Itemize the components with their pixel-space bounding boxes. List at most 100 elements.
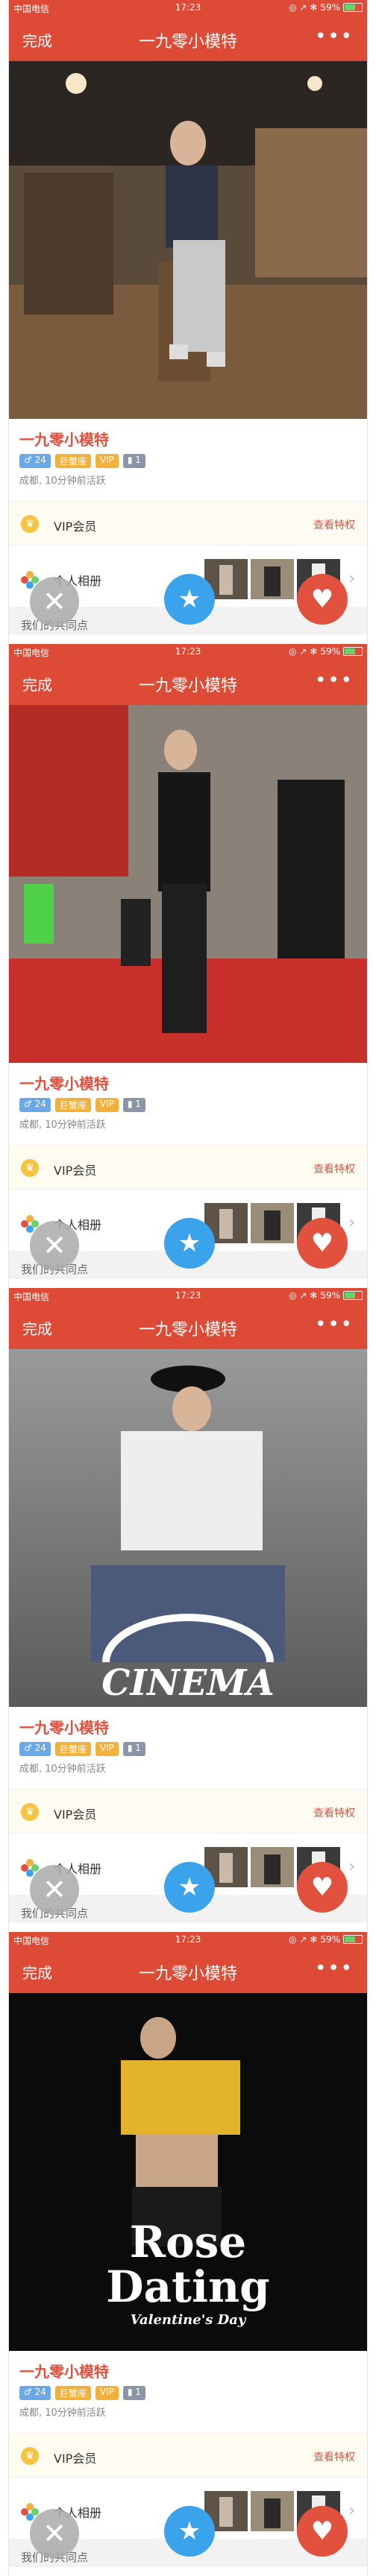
status-right: ◎ ↗ ✻ 59% xyxy=(289,646,363,657)
superlike-button[interactable]: ★ xyxy=(164,1218,215,1269)
vip-row[interactable]: ♛ VIP会员 查看特权 xyxy=(9,501,367,546)
page-title: 一九零小模特 xyxy=(138,1965,237,1983)
location-text: 成都, 10分钟前活跃 xyxy=(19,476,106,487)
rose-overlay-line3: Valentine's Day xyxy=(130,2312,246,2328)
page-title: 一九零小模特 xyxy=(138,1321,237,1339)
status-right: ◎ ↗ ✻ 59% xyxy=(289,1290,363,1301)
vip-row[interactable]: ♛ VIP会员 查看特权 xyxy=(9,1145,367,1190)
album-thumbnail[interactable] xyxy=(251,559,294,599)
zodiac-badge: 巨蟹座 xyxy=(54,2386,91,2400)
profile-name: 一九零小模特 xyxy=(19,431,109,449)
location-text: 成都, 10分钟前活跃 xyxy=(19,1764,106,1775)
vip-privilege-link[interactable]: 查看特权 xyxy=(313,1805,355,1820)
superlike-button[interactable]: ★ xyxy=(164,574,215,625)
dislike-button[interactable]: ✕ xyxy=(30,577,79,626)
crown-icon: ♛ xyxy=(21,1803,39,1821)
rose-overlay-line1: Rose xyxy=(129,2217,247,2267)
more-icon[interactable]: ••• xyxy=(315,25,354,48)
like-button[interactable]: ♥ xyxy=(297,1218,348,1269)
status-bar: 中国电信 17:23 ◎ ↗ ✻ 59% xyxy=(9,0,367,16)
album-thumbnail[interactable] xyxy=(251,1203,294,1243)
zodiac-badge: 巨蟹座 xyxy=(54,1098,91,1112)
level-badge: ▮ 1 xyxy=(122,454,145,468)
superlike-button[interactable]: ★ xyxy=(164,2506,215,2557)
profile-photo[interactable] xyxy=(9,61,367,419)
profile-photo[interactable]: CINEMA xyxy=(9,1349,367,1707)
profile-info: 一九零小模特 ♂ 24 巨蟹座 VIP ▮ 1 成都, 10分钟前活跃 xyxy=(9,1707,367,1781)
status-bar: 中国电信 17:23 ◎ ↗ ✻ 59% xyxy=(9,1288,367,1304)
vip-label: VIP会员 xyxy=(54,1164,97,1178)
screen-4: 中国电信 17:23 ◎ ↗ ✻ 59% 完成 一九零小模特 ••• Rose … xyxy=(9,1932,367,2567)
status-icons: ◎ ↗ ✻ xyxy=(289,2,318,13)
more-icon[interactable]: ••• xyxy=(315,1957,354,1980)
cinema-overlay: CINEMA xyxy=(101,1662,275,1704)
nav-bar: 完成 一九零小模特 ••• xyxy=(9,1304,367,1349)
vip-row[interactable]: ♛ VIP会员 查看特权 xyxy=(9,2433,367,2478)
crown-icon: ♛ xyxy=(21,515,39,533)
battery-percent: 59% xyxy=(320,1290,340,1301)
location-text: 成都, 10分钟前活跃 xyxy=(19,1120,106,1131)
dislike-button[interactable]: ✕ xyxy=(30,2509,79,2558)
profile-photo[interactable]: Rose Dating Valentine's Day xyxy=(9,1993,367,2351)
vip-privilege-link[interactable]: 查看特权 xyxy=(313,1161,355,1176)
album-thumbnail[interactable] xyxy=(251,1847,294,1887)
album-thumbnail[interactable] xyxy=(251,2491,294,2531)
vip-row[interactable]: ♛ VIP会员 查看特权 xyxy=(9,1789,367,1834)
battery-percent: 59% xyxy=(320,2,340,13)
status-icons: ◎ ↗ ✻ xyxy=(289,646,318,657)
vip-label: VIP会员 xyxy=(54,520,97,534)
profile-name: 一九零小模特 xyxy=(19,1719,109,1737)
vip-badge: VIP xyxy=(95,2386,119,2400)
battery-percent: 59% xyxy=(320,1934,340,1945)
battery-icon xyxy=(343,3,363,12)
screen-2: 中国电信 17:23 ◎ ↗ ✻ 59% 完成 一九零小模特 ••• 一九零小模… xyxy=(9,644,367,1279)
vip-label: VIP会员 xyxy=(54,1808,97,1822)
level-badge: ▮ 1 xyxy=(122,2386,145,2400)
badges: ♂ 24 巨蟹座 VIP ▮ 1 xyxy=(19,454,357,468)
profile-name: 一九零小模特 xyxy=(19,1075,109,1093)
chevron-right-icon: › xyxy=(348,1857,355,1876)
crown-icon: ♛ xyxy=(21,2447,39,2465)
status-bar: 中国电信 17:23 ◎ ↗ ✻ 59% xyxy=(9,1932,367,1948)
like-button[interactable]: ♥ xyxy=(297,574,348,625)
more-icon[interactable]: ••• xyxy=(315,669,354,692)
status-icons: ◎ ↗ ✻ xyxy=(289,1290,318,1301)
page-title: 一九零小模特 xyxy=(138,33,237,51)
profile-photo[interactable] xyxy=(9,705,367,1063)
level-badge: ▮ 1 xyxy=(122,1742,145,1756)
battery-percent: 59% xyxy=(320,646,340,657)
vip-badge: VIP xyxy=(95,1742,119,1756)
status-right: ◎ ↗ ✻ 59% xyxy=(289,2,363,13)
chevron-right-icon: › xyxy=(348,569,355,588)
profile-info: 一九零小模特 ♂ 24 巨蟹座 VIP ▮ 1 成都, 10分钟前活跃 xyxy=(9,2351,367,2425)
vip-badge: VIP xyxy=(95,454,119,468)
nav-bar: 完成 一九零小模特 ••• xyxy=(9,1948,367,1993)
vip-privilege-link[interactable]: 查看特权 xyxy=(313,2449,355,2464)
dislike-button[interactable]: ✕ xyxy=(30,1221,79,1270)
like-button[interactable]: ♥ xyxy=(297,1862,348,1913)
nav-bar: 完成 一九零小模特 ••• xyxy=(9,660,367,705)
page-title: 一九零小模特 xyxy=(138,677,237,695)
crown-icon: ♛ xyxy=(21,1159,39,1177)
nav-bar: 完成 一九零小模特 ••• xyxy=(9,16,367,61)
screens-container: 中国电信 17:23 ◎ ↗ ✻ 59% 完成 一九零小模特 ••• 一九零小模… xyxy=(0,0,376,2576)
age-badge: ♂ 24 xyxy=(19,1098,51,1112)
zodiac-badge: 巨蟹座 xyxy=(54,1742,91,1756)
screen-3: 中国电信 17:23 ◎ ↗ ✻ 59% 完成 一九零小模特 ••• CINEM… xyxy=(9,1288,367,1923)
vip-badge: VIP xyxy=(95,1098,119,1112)
vip-privilege-link[interactable]: 查看特权 xyxy=(313,517,355,532)
superlike-button[interactable]: ★ xyxy=(164,1862,215,1913)
screen-1: 中国电信 17:23 ◎ ↗ ✻ 59% 完成 一九零小模特 ••• 一九零小模… xyxy=(9,0,367,635)
more-icon[interactable]: ••• xyxy=(315,1313,354,1336)
age-badge: ♂ 24 xyxy=(19,1742,51,1756)
like-button[interactable]: ♥ xyxy=(297,2506,348,2557)
profile-info: 一九零小模特 ♂ 24 巨蟹座 VIP ▮ 1 成都, 10分钟前活跃 xyxy=(9,419,367,493)
age-badge: ♂ 24 xyxy=(19,454,51,468)
rose-overlay-line2: Dating xyxy=(106,2261,270,2312)
zodiac-badge: 巨蟹座 xyxy=(54,454,91,468)
age-badge: ♂ 24 xyxy=(19,2386,51,2400)
status-bar: 中国电信 17:23 ◎ ↗ ✻ 59% xyxy=(9,644,367,660)
badges: ♂ 24 巨蟹座 VIP ▮ 1 xyxy=(19,2386,357,2400)
vip-label: VIP会员 xyxy=(54,2452,97,2466)
dislike-button[interactable]: ✕ xyxy=(30,1865,79,1914)
